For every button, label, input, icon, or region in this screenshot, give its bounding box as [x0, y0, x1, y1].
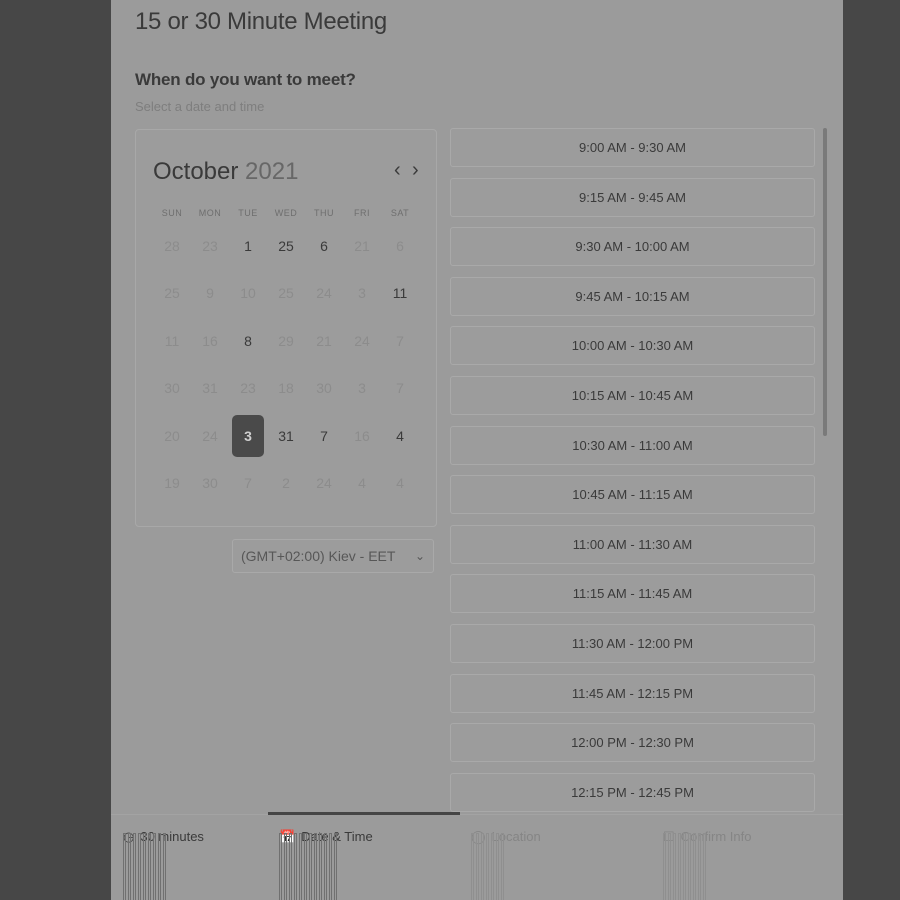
calendar-day: 16	[202, 332, 218, 349]
previous-month-chevron-icon[interactable]: ‹	[394, 160, 401, 180]
weekday-label: SUN	[161, 208, 183, 218]
section-hint: Select a date and time	[135, 99, 265, 114]
chevron-down-icon: ⌄	[414, 549, 425, 563]
section-heading: When do you want to meet?	[135, 70, 356, 89]
calendar-day: 24	[202, 427, 218, 444]
calendar-day: 24	[316, 475, 332, 492]
calendar-week: 11 16 8 29 21 24 7	[153, 317, 419, 365]
calendar-day: 9	[206, 285, 214, 302]
calendar-week: 19 30 7 2 24 4 4	[153, 460, 419, 508]
calendar-week: 30 31 23 18 30 3 7	[153, 365, 419, 413]
calendar-month-name: October	[153, 158, 239, 185]
calendar-grid: 28 23 1 25 6 21 6 25 9 10 25 24 3 11 11 …	[153, 222, 419, 507]
time-slot[interactable]: 9:15 AM - 9:45 AM	[450, 177, 815, 217]
step-decoration	[123, 833, 166, 900]
time-slot[interactable]: 11:00 AM - 11:30 AM	[450, 524, 815, 564]
time-slot[interactable]: 12:00 PM - 12:30 PM	[450, 723, 815, 763]
weekday-label: WED	[274, 208, 298, 218]
calendar-day: 4	[396, 475, 404, 492]
calendar-day: 4	[358, 475, 366, 492]
calendar-year: 2021	[245, 158, 299, 185]
calendar-day: 25	[278, 285, 294, 302]
time-slot[interactable]: 12:15 PM - 12:45 PM	[450, 772, 815, 812]
slot-list-scrollbar[interactable]	[823, 128, 827, 436]
calendar-day: 23	[202, 237, 218, 254]
calendar-day: 19	[164, 475, 180, 492]
calendar-day: 24	[354, 332, 370, 349]
time-slot[interactable]: 10:45 AM - 11:15 AM	[450, 475, 815, 515]
active-step-indicator	[268, 812, 460, 815]
calendar-day: 23	[240, 380, 256, 397]
calendar-day-available[interactable]: 1	[229, 225, 267, 267]
calendar-day: 6	[396, 237, 404, 254]
step-decoration	[663, 833, 706, 900]
calendar-day: 30	[316, 380, 332, 397]
calendar-day: 16	[354, 427, 370, 444]
calendar-day: 20	[164, 427, 180, 444]
calendar-day: 21	[354, 237, 370, 254]
page-title: 15 or 30 Minute Meeting	[135, 8, 387, 35]
time-slot[interactable]: 10:15 AM - 10:45 AM	[450, 375, 815, 415]
calendar-day: 11	[164, 332, 180, 349]
calendar-day: 2	[282, 475, 290, 492]
booking-panel: 15 or 30 Minute Meeting When do you want…	[111, 0, 843, 900]
calendar-day-available[interactable]: 6	[305, 225, 343, 267]
calendar-day-available[interactable]: 25	[267, 225, 305, 267]
time-slot[interactable]: 11:45 AM - 12:15 PM	[450, 673, 815, 713]
weekday-label: TUE	[238, 208, 258, 218]
step-decoration	[279, 833, 337, 900]
calendar-day: 3	[358, 380, 366, 397]
time-slot[interactable]: 9:00 AM - 9:30 AM	[450, 128, 815, 167]
time-slot[interactable]: 10:00 AM - 10:30 AM	[450, 326, 815, 366]
time-slot[interactable]: 11:30 AM - 12:00 PM	[450, 623, 815, 663]
calendar-day-available[interactable]: 4	[381, 415, 419, 457]
time-slot[interactable]: 10:30 AM - 11:00 AM	[450, 425, 815, 465]
calendar-day-available[interactable]: 31	[267, 415, 305, 457]
calendar-day: 10	[240, 285, 256, 302]
calendar-day: 24	[316, 285, 332, 302]
weekday-label: SAT	[390, 208, 410, 218]
calendar-day: 21	[316, 332, 332, 349]
timezone-value: (GMT+02:00) Kiev - EET	[241, 548, 396, 564]
calendar-day-available[interactable]: 11	[381, 272, 419, 314]
weekday-label: MON	[198, 208, 222, 218]
calendar-day: 28	[164, 237, 180, 254]
calendar-day: 18	[278, 380, 294, 397]
calendar-month-title: October 2021	[153, 158, 298, 186]
calendar-week: 20 24 3 31 7 16 4	[153, 412, 419, 460]
calendar-week: 28 23 1 25 6 21 6	[153, 222, 419, 270]
calendar-day-available[interactable]: 8	[229, 320, 267, 362]
weekday-header: SUN MON TUE WED THU FRI SAT	[153, 208, 419, 218]
calendar-day: 7	[396, 332, 404, 349]
calendar-day: 7	[396, 380, 404, 397]
timezone-select[interactable]: (GMT+02:00) Kiev - EET ⌄	[232, 539, 434, 573]
step-decoration	[471, 833, 504, 900]
calendar-day: 29	[278, 332, 294, 349]
time-slot[interactable]: 11:15 AM - 11:45 AM	[450, 574, 815, 614]
weekday-label: FRI	[354, 208, 370, 218]
calendar-day-available[interactable]: 7	[305, 415, 343, 457]
calendar-week: 25 9 10 25 24 3 11	[153, 270, 419, 318]
calendar-day: 30	[202, 475, 218, 492]
calendar-day: 30	[164, 380, 180, 397]
calendar-day: 31	[202, 380, 218, 397]
next-month-chevron-icon[interactable]: ›	[412, 160, 419, 180]
time-slot-list: 9:00 AM - 9:30 AM 9:15 AM - 9:45 AM 9:30…	[450, 128, 817, 814]
calendar: October 2021 ‹ › SUN MON TUE WED THU FRI…	[135, 129, 437, 527]
weekday-label: THU	[314, 208, 334, 218]
calendar-day-selected[interactable]: 3	[232, 414, 264, 457]
calendar-day: 3	[358, 285, 366, 302]
time-slot[interactable]: 9:45 AM - 10:15 AM	[450, 276, 815, 316]
calendar-day: 25	[164, 285, 180, 302]
time-slot[interactable]: 9:30 AM - 10:00 AM	[450, 227, 815, 267]
step-navigation: ◷ 30 minutes 📅 Date & Time ◯ Location ☐ Conf…	[111, 812, 843, 900]
calendar-day: 7	[244, 475, 252, 492]
